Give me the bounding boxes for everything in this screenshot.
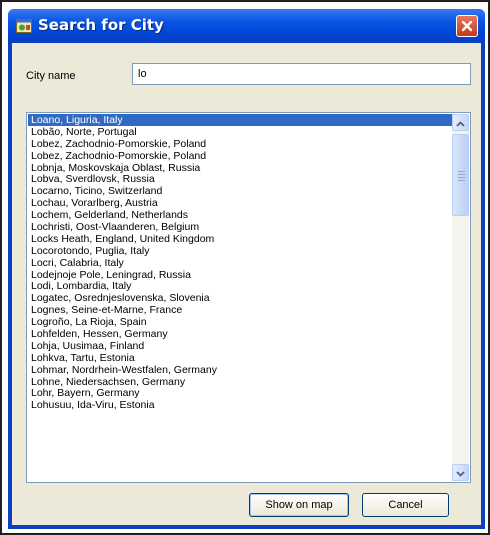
scroll-grip-line	[458, 174, 465, 175]
list-item[interactable]: Lohkva, Tartu, Estonia	[28, 352, 453, 364]
list-item[interactable]: Locri, Calabria, Italy	[28, 257, 453, 269]
list-item[interactable]: Lognes, Seine-et-Marne, France	[28, 304, 453, 316]
globe-window-icon	[16, 18, 32, 34]
dialog-window: Search for City City name Loano, Liguria…	[8, 9, 485, 529]
list-item[interactable]: Lodejnoje Pole, Leningrad, Russia	[28, 269, 453, 281]
vertical-scrollbar[interactable]	[452, 114, 469, 481]
list-item[interactable]: Lohja, Uusimaa, Finland	[28, 340, 453, 352]
list-item[interactable]: Lodi, Lombardia, Italy	[28, 280, 453, 293]
list-item[interactable]: Lohmar, Nordrhein-Westfalen, Germany	[28, 364, 453, 376]
scroll-down-button[interactable]	[452, 464, 469, 481]
list-item[interactable]: Logroño, La Rioja, Spain	[28, 316, 453, 328]
screenshot-frame: Search for City City name Loano, Liguria…	[0, 0, 490, 535]
list-item[interactable]: Loano, Liguria, Italy	[28, 114, 453, 126]
list-item[interactable]: Lochem, Gelderland, Netherlands	[28, 209, 453, 221]
list-item[interactable]: Lobez, Zachodnio-Pomorskie, Poland	[28, 150, 453, 162]
close-icon	[461, 20, 473, 32]
list-item[interactable]: Lohfelden, Hessen, Germany	[28, 328, 453, 340]
scroll-grip-line	[458, 180, 465, 181]
scroll-thumb[interactable]	[452, 134, 469, 216]
dialog-client-area: City name Loano, Liguria, ItalyLobão, No…	[12, 43, 481, 525]
chevron-up-icon	[456, 114, 465, 132]
list-item[interactable]: Lohusuu, Ida-Viru, Estonia	[28, 399, 453, 411]
scroll-up-button[interactable]	[452, 114, 469, 131]
city-name-input[interactable]	[132, 63, 471, 85]
show-on-map-button[interactable]: Show on map	[249, 493, 349, 517]
list-item[interactable]: Locks Heath, England, United Kingdom	[28, 233, 453, 245]
list-item[interactable]: Logatec, Osrednjeslovenska, Slovenia	[28, 292, 453, 304]
close-button[interactable]	[456, 15, 478, 37]
scroll-grip-line	[458, 171, 465, 172]
list-item[interactable]: Lobnja, Moskovskaja Oblast, Russia	[28, 162, 453, 174]
list-item[interactable]: Locorotondo, Puglia, Italy	[28, 245, 453, 257]
list-item[interactable]: Lobão, Norte, Portugal	[28, 126, 453, 138]
title-bar[interactable]: Search for City	[8, 9, 485, 43]
list-item[interactable]: Lochristi, Oost-Vlaanderen, Belgium	[28, 221, 453, 233]
city-results-list[interactable]: Loano, Liguria, Italy Lobão, Norte, Portu…	[26, 112, 471, 483]
list-item[interactable]: Lobez, Zachodnio-Pomorskie, Poland	[28, 138, 453, 150]
list-items-container: Loano, Liguria, Italy Lobão, Norte, Portu…	[28, 114, 453, 481]
list-item[interactable]: Lohr, Bayern, Germany	[28, 387, 453, 400]
list-item[interactable]: Lohne, Niedersachsen, Germany	[28, 376, 453, 388]
chevron-down-icon	[456, 464, 465, 482]
list-item[interactable]: Lochau, Vorarlberg, Austria	[28, 197, 453, 209]
list-item[interactable]: Locarno, Ticino, Switzerland	[28, 185, 453, 197]
cancel-button[interactable]: Cancel	[362, 493, 449, 517]
window-title: Search for City	[38, 16, 164, 34]
list-item[interactable]: Lobva, Sverdlovsk, Russia	[28, 173, 453, 186]
city-name-label: City name	[26, 70, 76, 82]
scroll-grip-line	[458, 177, 465, 178]
